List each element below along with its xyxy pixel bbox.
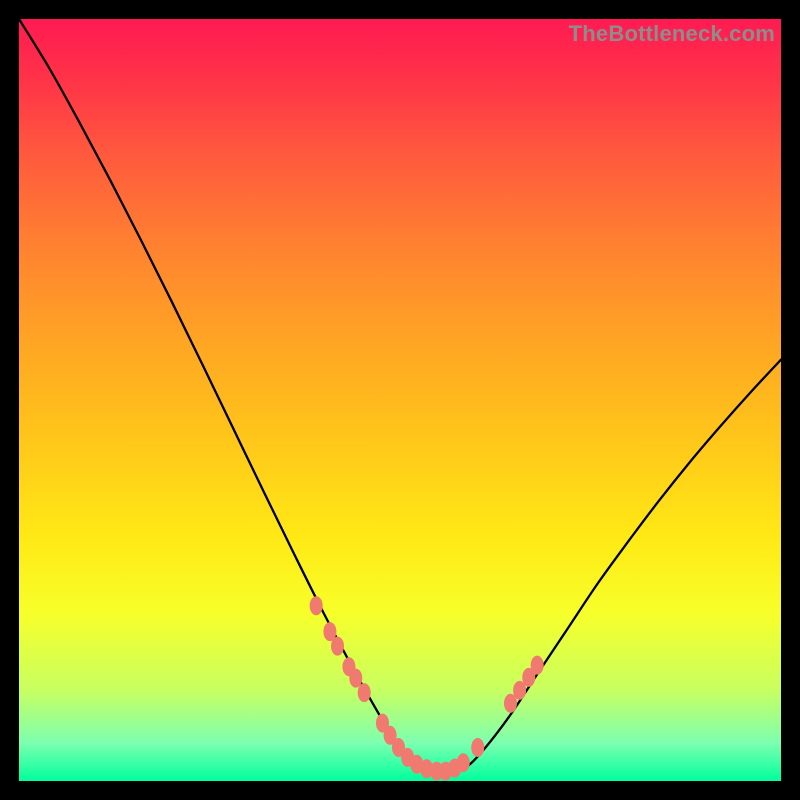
marker-dot bbox=[331, 637, 344, 656]
marker-dot bbox=[471, 738, 484, 757]
curve-svg bbox=[19, 19, 781, 781]
marker-dot bbox=[358, 683, 371, 702]
plot-area: TheBottleneck.com bbox=[19, 19, 781, 781]
marker-dot bbox=[310, 596, 323, 615]
marker-dot bbox=[349, 669, 362, 688]
chart-frame: TheBottleneck.com bbox=[0, 0, 800, 800]
highlight-dots bbox=[310, 596, 544, 780]
marker-dot bbox=[531, 656, 544, 675]
marker-dot bbox=[457, 753, 470, 772]
bottleneck-curve bbox=[19, 19, 781, 773]
